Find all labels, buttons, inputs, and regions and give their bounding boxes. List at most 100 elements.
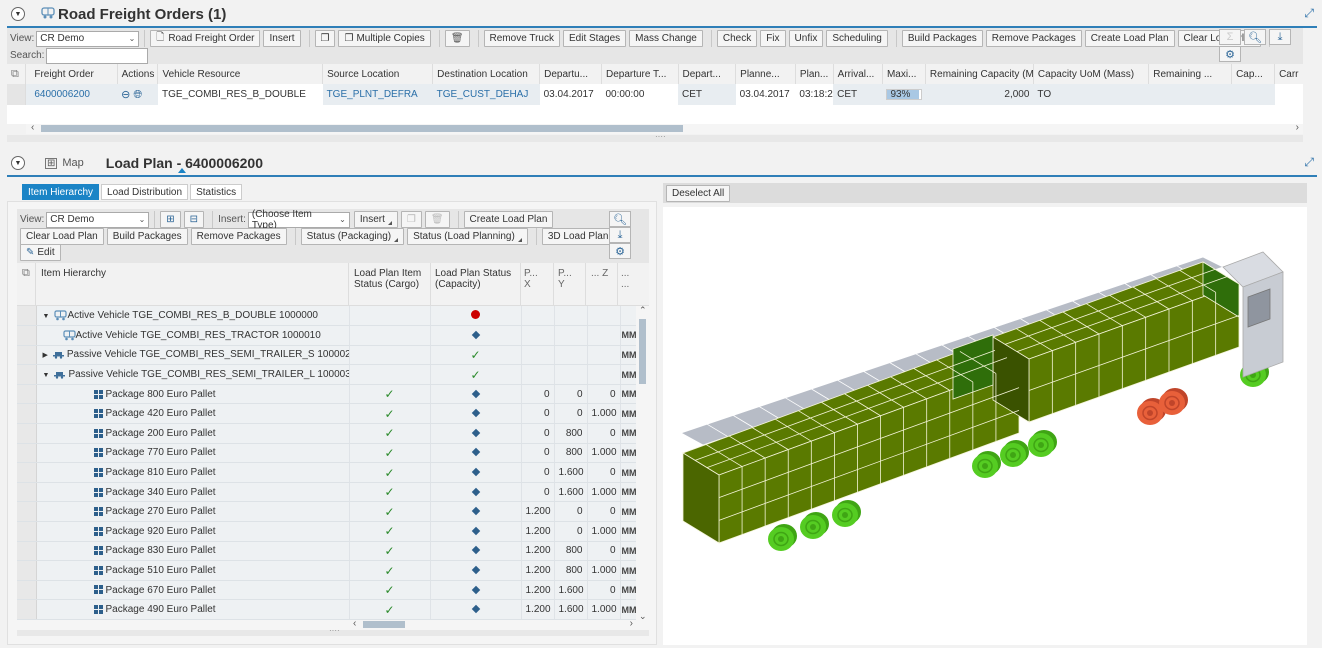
remove-packages-button[interactable]: Remove Packages [190, 228, 287, 245]
source-location-link[interactable]: TGE_PLNT_DEFRA [323, 84, 433, 105]
scroll-right-icon[interactable]: › [1296, 122, 1299, 133]
col-position-x[interactable]: P... X [524, 268, 542, 290]
settings-button[interactable]: ⚙ [609, 243, 631, 259]
copy-button[interactable]: ❐ [314, 30, 336, 47]
hierarchy-row[interactable]: Package 920 Euro Pallet ✓ 1.200 0 1.000 MM [17, 521, 636, 542]
col-max-util[interactable]: Maxi... [882, 64, 926, 84]
collapsed-icon[interactable]: ▶ [43, 352, 48, 359]
hierarchy-row[interactable]: Package 490 Euro Pallet ✓ 1.200 1.600 1.000 M… [17, 599, 636, 620]
col-carr[interactable]: Carr [1275, 64, 1303, 84]
drive-wheel-warning[interactable] [1159, 388, 1188, 415]
freight-order-link[interactable]: 6400006200 [26, 84, 117, 105]
row-selector[interactable] [17, 325, 37, 346]
trailer-wheel[interactable] [1000, 440, 1029, 467]
hierarchy-horizontal-scrollbar[interactable]: ‹ › [350, 618, 636, 630]
map-link[interactable]: Map [62, 157, 83, 169]
trailer-wheel[interactable] [972, 451, 1001, 478]
create-load-plan-button[interactable]: Create Load Plan [463, 211, 554, 228]
check-button[interactable]: Check [716, 30, 758, 47]
expanded-icon[interactable]: ▼ [43, 372, 50, 379]
col-position-y[interactable]: P... Y [558, 268, 576, 290]
fullscreen-icon[interactable]: ⤢ [1304, 155, 1314, 170]
vertical-scroll-thumb[interactable] [639, 319, 646, 384]
expand-all-button[interactable]: ⊞ [160, 211, 181, 228]
multiple-copies-button[interactable]: ❐ Multiple Copies [338, 30, 431, 47]
3d-viewer[interactable] [663, 207, 1307, 645]
row-selector[interactable] [17, 482, 37, 503]
unfix-button[interactable]: Unfix [788, 30, 824, 47]
col-source-location[interactable]: Source Location [322, 64, 434, 84]
hierarchy-row[interactable]: Package 200 Euro Pallet ✓ 0 800 0 MM [17, 423, 636, 444]
settings-button[interactable]: ⚙ [1219, 46, 1241, 62]
scroll-left-icon[interactable]: ‹ [353, 618, 356, 629]
hierarchy-row[interactable]: Package 770 Euro Pallet ✓ 0 800 1.000 MM [17, 443, 636, 464]
col-item-hierarchy[interactable]: Item Hierarchy [41, 268, 106, 279]
col-vehicle-resource[interactable]: Vehicle Resource [157, 64, 324, 84]
select-all-icon[interactable]: ⧉ [11, 68, 19, 80]
row-selector[interactable] [17, 501, 37, 523]
col-remaining-other[interactable]: Remaining ... [1148, 64, 1233, 84]
hierarchy-row[interactable]: Active Vehicle TGE_COMBI_RES_TRACTOR 100… [17, 325, 636, 346]
download-button[interactable]: ⤓ [1269, 29, 1291, 45]
hierarchy-row[interactable]: Package 340 Euro Pallet ✓ 0 1.600 1.000 MM [17, 482, 636, 503]
row-selector[interactable] [17, 306, 37, 327]
collapse-loadplan-panel-button[interactable]: ▼ [11, 156, 25, 170]
insert-menu-button[interactable]: Insert [353, 211, 398, 228]
row-selector[interactable] [17, 345, 37, 366]
edit-button[interactable]: ✎ Edit [20, 244, 61, 261]
tab-item-hierarchy[interactable]: Item Hierarchy [22, 184, 100, 200]
hierarchy-row[interactable]: Package 830 Euro Pallet ✓ 1.200 800 0 MM [17, 541, 636, 562]
col-position-z[interactable]: ... Z [591, 268, 609, 279]
hierarchy-row[interactable]: Package 510 Euro Pallet ✓ 1.200 800 1.000 MM [17, 560, 636, 581]
loadplan-view-select[interactable]: CR Demo ⌄ [46, 211, 150, 228]
row-selector[interactable] [17, 443, 37, 464]
col-cap[interactable]: Cap... [1231, 64, 1276, 84]
hierarchy-vertical-scrollbar[interactable]: ⌃ ⌄ [636, 305, 649, 622]
create-load-plan-button[interactable]: Create Load Plan [1084, 30, 1175, 47]
hierarchy-row[interactable]: Package 420 Euro Pallet ✓ 0 0 1.000 MM [17, 403, 636, 425]
row-selector[interactable] [17, 384, 37, 405]
col-remaining-capacity-mass[interactable]: Remaining Capacity (Mass) [925, 64, 1034, 84]
trailer-wheel[interactable] [800, 512, 829, 539]
download-button[interactable]: ⤓ [609, 227, 631, 243]
col-departure-tz[interactable]: Depart... [678, 64, 737, 84]
hierarchy-row[interactable]: Package 670 Euro Pallet ✓ 1.200 1.600 0 MM [17, 580, 636, 601]
hierarchy-row[interactable]: ▼ Passive Vehicle TGE_COMBI_RES_SEMI_TRAI… [17, 364, 636, 385]
scroll-thumb[interactable] [41, 125, 683, 132]
col-departure-time[interactable]: Departure T... [601, 64, 679, 84]
resize-handle[interactable]: ···· [17, 626, 649, 636]
remove-icon[interactable]: ⊖ [121, 89, 130, 101]
scroll-up-icon[interactable]: ⌃ [639, 305, 647, 316]
scroll-down-icon[interactable]: ⌄ [639, 611, 647, 622]
build-packages-button[interactable]: Build Packages [106, 228, 188, 245]
sum-button[interactable]: Σ [1219, 29, 1241, 45]
col-freight-order[interactable]: Freight Order [25, 64, 118, 84]
truck-3d-model[interactable] [663, 207, 1307, 645]
insert-button[interactable]: Insert [263, 30, 301, 47]
col-status-cargo[interactable]: Load Plan Item Status (Cargo) [354, 268, 429, 290]
deselect-all-button[interactable]: Deselect All [666, 185, 731, 202]
scroll-thumb[interactable] [363, 621, 405, 628]
col-planned-date[interactable]: Planne... [735, 64, 796, 84]
col-arrival[interactable]: Arrival... [833, 64, 883, 84]
copy-button[interactable]: ❐ [400, 211, 422, 228]
fix-button[interactable]: Fix [760, 30, 786, 47]
search-button[interactable]: 🔍︎ [1244, 29, 1266, 45]
destination-location-link[interactable]: TGE_CUST_DEHAJ [433, 84, 540, 105]
scroll-left-icon[interactable]: ‹ [31, 122, 34, 133]
col-actions[interactable]: Actions [117, 64, 159, 84]
row-selector[interactable] [17, 364, 37, 385]
row-selector[interactable] [17, 423, 37, 444]
view-select[interactable]: CR Demo ⌄ [36, 30, 140, 47]
hierarchy-row[interactable]: ▶ Passive Vehicle TGE_COMBI_RES_SEMI_TRAI… [17, 345, 636, 366]
status-load-planning-button[interactable]: Status (Load Planning) [407, 228, 528, 245]
hierarchy-row[interactable]: ▼ Active Vehicle TGE_COMBI_RES_B_DOUBLE 1… [17, 306, 636, 327]
remove-packages-button[interactable]: Remove Packages [985, 30, 1082, 47]
col-capacity-uom-mass[interactable]: Capacity UoM (Mass) [1033, 64, 1150, 84]
resize-handle[interactable]: ···· [7, 132, 1303, 142]
scroll-right-icon[interactable]: › [630, 618, 633, 629]
status-packaging-button[interactable]: Status (Packaging) [300, 228, 405, 245]
expanded-icon[interactable]: ▼ [43, 313, 50, 320]
tab-statistics[interactable]: Statistics [190, 184, 243, 200]
collapse-all-button[interactable]: ⊟ [183, 211, 205, 228]
